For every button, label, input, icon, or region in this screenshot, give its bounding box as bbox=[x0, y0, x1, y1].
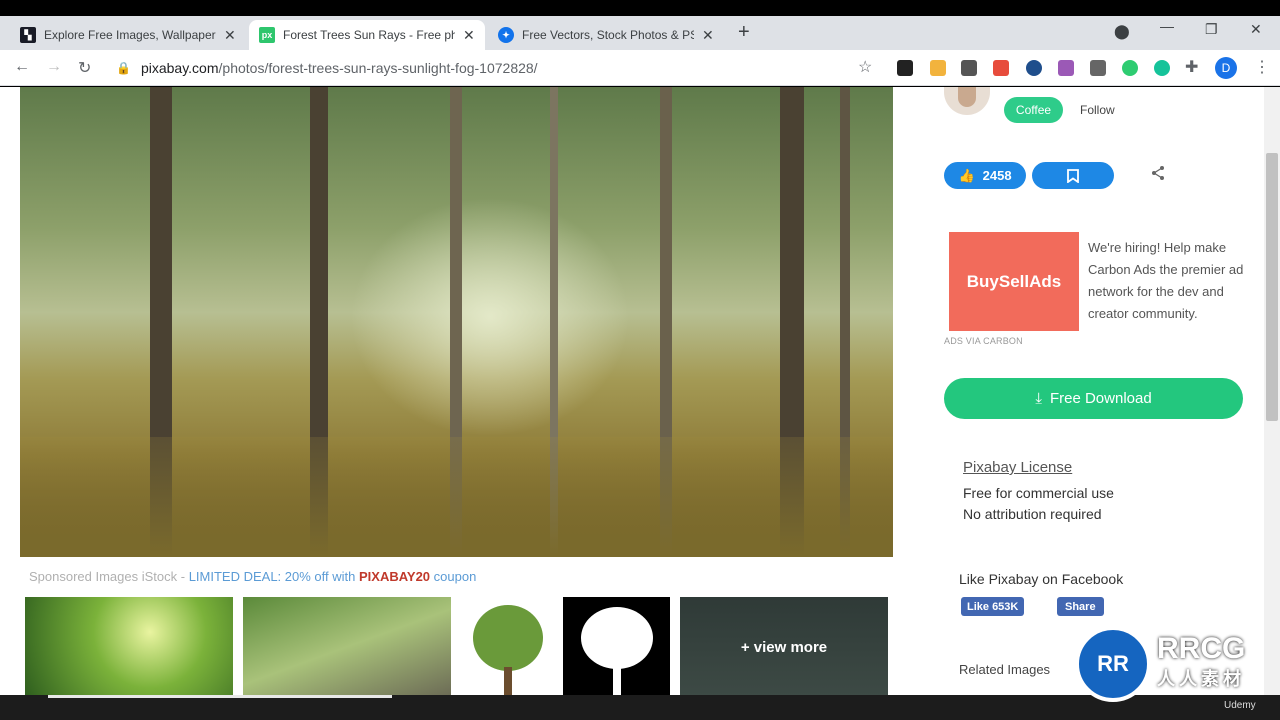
tab-title: Free Vectors, Stock Photos & PSD bbox=[522, 28, 694, 42]
free-download-button[interactable]: ⤓ Free Download bbox=[944, 378, 1243, 419]
thumbs-up-icon: 👍 bbox=[958, 167, 975, 183]
download-icon: ⤓ bbox=[1035, 390, 1042, 407]
tree-silhouette bbox=[581, 607, 653, 669]
scrollbar-thumb[interactable] bbox=[1266, 153, 1278, 421]
tree-stem bbox=[504, 667, 512, 695]
license-line-2: No attribution required bbox=[963, 506, 1102, 522]
page-content: Sponsored Images iStock - LIMITED DEAL: … bbox=[0, 87, 1264, 695]
extension-icon[interactable] bbox=[961, 60, 977, 76]
url-field[interactable]: 🔒 pixabay.com /photos/forest-trees-sun-r… bbox=[108, 54, 888, 82]
sponsored-thumbnail[interactable] bbox=[563, 597, 670, 695]
sun-glow bbox=[350, 197, 630, 437]
extension-icon[interactable] bbox=[1122, 60, 1138, 76]
share-icon bbox=[1152, 166, 1164, 180]
back-icon[interactable]: ← bbox=[14, 58, 30, 76]
browser-menu-icon[interactable]: ⋮ bbox=[1254, 57, 1270, 77]
rrcg-text-block: RRCG 人人素材 bbox=[1157, 634, 1245, 694]
extension-icon[interactable] bbox=[930, 60, 946, 76]
video-progress[interactable] bbox=[48, 695, 392, 698]
ads-via-carbon[interactable]: ADS VIA CARBON bbox=[944, 336, 1023, 346]
sponsored-thumbnail[interactable] bbox=[25, 597, 233, 695]
coupon-code[interactable]: PIXABAY20 bbox=[359, 569, 430, 584]
share-button[interactable] bbox=[1150, 165, 1166, 186]
close-tab-icon[interactable]: ✕ bbox=[702, 27, 714, 44]
license-line-1: Free for commercial use bbox=[963, 485, 1114, 501]
url-path: /photos/forest-trees-sun-rays-sunlight-f… bbox=[218, 60, 538, 76]
download-label: Free Download bbox=[1049, 390, 1152, 407]
sponsored-suffix[interactable]: coupon bbox=[430, 569, 477, 584]
rrcg-watermark: RR RRCG 人人素材 bbox=[1075, 626, 1245, 702]
grass bbox=[20, 437, 893, 557]
bookmark-button[interactable] bbox=[1032, 162, 1114, 189]
avatar-face bbox=[958, 87, 976, 107]
extension-icon[interactable] bbox=[1058, 60, 1074, 76]
extension-icon[interactable] bbox=[1090, 60, 1106, 76]
lock-icon: 🔒 bbox=[116, 61, 131, 75]
reload-icon[interactable]: ↻ bbox=[78, 58, 91, 78]
like-button[interactable]: 👍 2458 bbox=[944, 162, 1026, 189]
extensions-puzzle-icon[interactable]: ✚ bbox=[1185, 57, 1198, 77]
bookmark-icon bbox=[1067, 168, 1079, 183]
facebook-like-button[interactable]: Like 653K bbox=[961, 597, 1025, 616]
sponsored-line: Sponsored Images iStock - LIMITED DEAL: … bbox=[29, 569, 476, 584]
sponsored-prefix: Sponsored Images iStock - bbox=[29, 569, 189, 584]
facebook-share-button[interactable]: Share bbox=[1057, 597, 1104, 616]
url-host: pixabay.com bbox=[140, 60, 219, 76]
tree-crown bbox=[473, 605, 543, 671]
tab-bar: ▚ Explore Free Images, Wallpapers ✕ px F… bbox=[0, 16, 1280, 50]
pixabay-tab-icon: ▚ bbox=[20, 27, 36, 43]
tab-search-icon[interactable]: ⬤ bbox=[1114, 23, 1130, 40]
tab-title: Forest Trees Sun Rays - Free pho bbox=[283, 28, 455, 42]
rrcg-logo: RR bbox=[1075, 626, 1151, 702]
like-count: 2458 bbox=[982, 168, 1012, 183]
brand-text: RRCG bbox=[1157, 632, 1246, 665]
new-tab-icon[interactable]: + bbox=[738, 21, 750, 44]
restore-icon[interactable]: ❐ bbox=[1205, 21, 1218, 38]
brand-subtext: 人人素材 bbox=[1157, 669, 1245, 689]
close-tab-icon[interactable]: ✕ bbox=[224, 27, 236, 44]
extension-icon[interactable] bbox=[1026, 60, 1042, 76]
license-link[interactable]: Pixabay License bbox=[963, 459, 1072, 476]
forward-icon[interactable]: → bbox=[46, 58, 62, 76]
sponsored-thumbnail[interactable] bbox=[461, 597, 553, 695]
view-more-button[interactable]: + view more bbox=[680, 597, 888, 695]
main-photo[interactable] bbox=[20, 87, 893, 557]
px-tab-icon: px bbox=[259, 27, 275, 43]
minimize-icon[interactable]: — bbox=[1160, 18, 1174, 34]
deal-link[interactable]: LIMITED DEAL: 20% off with bbox=[189, 569, 359, 584]
ad-text[interactable]: We're hiring! Help make Carbon Ads the p… bbox=[1088, 237, 1248, 325]
sponsored-thumbnail[interactable] bbox=[243, 597, 451, 695]
tab-forest-trees[interactable]: px Forest Trees Sun Rays - Free pho ✕ bbox=[249, 20, 485, 50]
tree-silhouette-stem bbox=[613, 665, 621, 695]
facebook-title: Like Pixabay on Facebook bbox=[959, 571, 1124, 587]
ad-logo[interactable]: BuySellAds bbox=[949, 232, 1079, 331]
freepik-tab-icon: ✦ bbox=[498, 27, 514, 43]
screenshot-extension-icon[interactable] bbox=[993, 60, 1009, 76]
tab-explore-images[interactable]: ▚ Explore Free Images, Wallpapers ✕ bbox=[10, 20, 246, 50]
follow-button[interactable]: Follow bbox=[1080, 103, 1115, 117]
grammarly-icon[interactable] bbox=[1154, 60, 1170, 76]
close-tab-icon[interactable]: ✕ bbox=[463, 27, 475, 44]
related-images-heading: Related Images bbox=[959, 662, 1051, 677]
screen: ▚ Explore Free Images, Wallpapers ✕ px F… bbox=[0, 0, 1280, 720]
author-avatar[interactable] bbox=[944, 87, 990, 115]
tab-title: Explore Free Images, Wallpapers bbox=[44, 28, 216, 42]
address-bar: ← → ↻ 🔒 pixabay.com /photos/forest-trees… bbox=[0, 50, 1280, 86]
close-window-icon[interactable]: ✕ bbox=[1250, 21, 1262, 38]
coffee-button[interactable]: Coffee bbox=[1004, 97, 1063, 123]
top-black-strip bbox=[0, 0, 1280, 16]
ux-extension-icon[interactable] bbox=[897, 60, 913, 76]
bookmark-star-icon[interactable]: ☆ bbox=[858, 57, 872, 77]
tab-freepik[interactable]: ✦ Free Vectors, Stock Photos & PSD ✕ bbox=[488, 20, 724, 50]
profile-avatar[interactable]: D bbox=[1215, 57, 1237, 79]
